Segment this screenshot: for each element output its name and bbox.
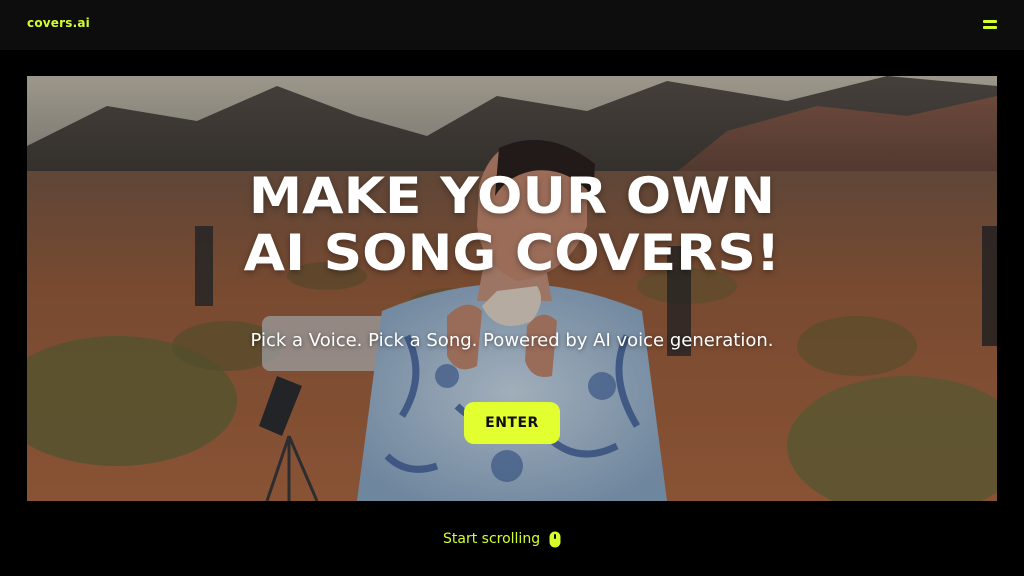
top-navigation-bar: covers.ai xyxy=(0,0,1024,50)
hamburger-menu-button[interactable] xyxy=(977,16,1003,36)
covers-ai-logo[interactable]: covers.ai xyxy=(27,16,90,30)
hero-subtitle: Pick a Voice. Pick a Song. Powered by AI… xyxy=(250,330,774,351)
scroll-hint-label: Start scrolling xyxy=(443,531,541,547)
hero-title-line-2: AI SONG COVERS! xyxy=(243,224,781,282)
hero-title: MAKE YOUR OWN AI SONG COVERS! xyxy=(27,168,997,282)
hero-title-line-1: MAKE YOUR OWN xyxy=(248,167,776,225)
hero-section: MAKE YOUR OWN AI SONG COVERS! Pick a Voi… xyxy=(27,76,997,501)
scroll-hint: Start scrolling xyxy=(443,529,561,549)
enter-button[interactable]: ENTER xyxy=(464,402,560,444)
mouse-icon xyxy=(549,531,561,547)
